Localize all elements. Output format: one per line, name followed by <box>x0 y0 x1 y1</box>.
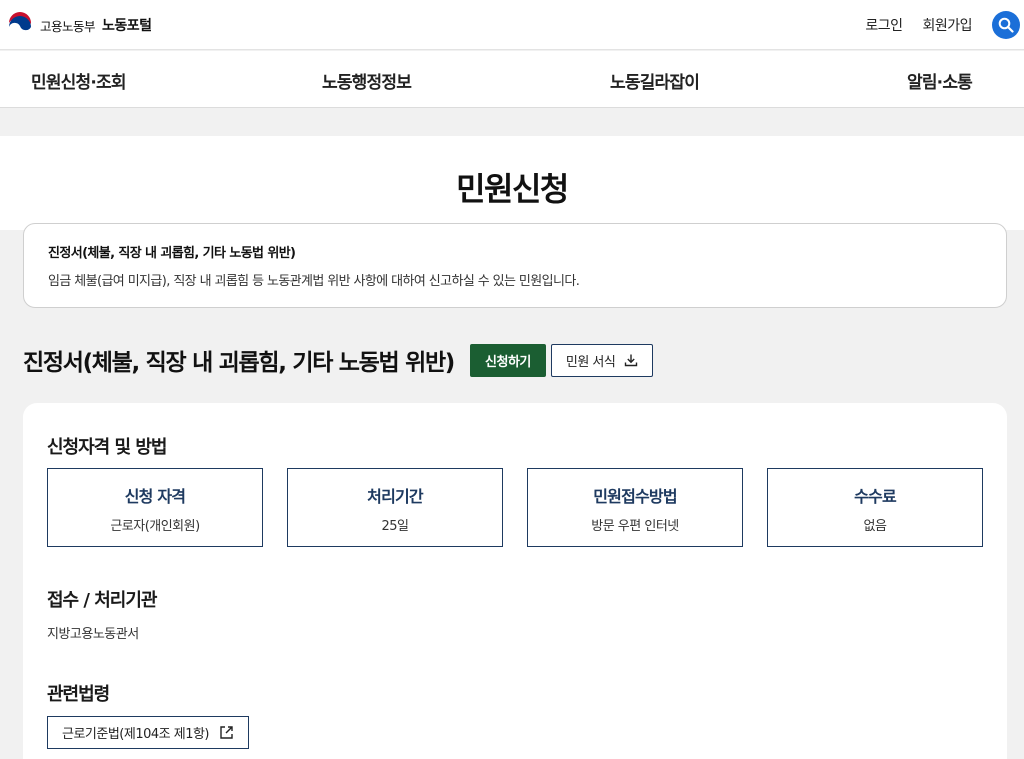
page-title: 민원신청 <box>456 170 569 208</box>
info-box-fee: 수수료 없음 <box>767 468 983 547</box>
info-box-processing-period: 처리기간 25일 <box>287 468 503 547</box>
related-law-link[interactable]: 근로기준법(제104조 제1항) <box>47 716 249 749</box>
related-law-label: 근로기준법(제104조 제1항) <box>62 727 210 742</box>
search-button[interactable] <box>992 11 1020 39</box>
search-icon <box>998 17 1014 33</box>
government-emblem-icon <box>6 11 34 39</box>
site-logo[interactable]: 고용노동부 노동포털 <box>6 11 152 39</box>
info-box-label: 민원접수방법 <box>593 487 677 506</box>
download-form-button[interactable]: 민원 서식 <box>550 343 654 377</box>
nav-item-news-communication[interactable]: 알림·소통 <box>907 68 973 93</box>
info-box-qualification: 신청 자격 근로자(개인회원) <box>47 468 263 547</box>
law-heading: 관련법령 <box>47 684 110 705</box>
download-form-label: 민원 서식 <box>565 354 616 370</box>
info-box-label: 신청 자격 <box>124 487 186 506</box>
qualification-heading: 신청자격 및 방법 <box>47 437 167 458</box>
summary-description: 임금 체불(급여 미지급), 직장 내 괴롭힘 등 노동관계법 위반 사항에 대… <box>48 274 580 289</box>
agency-heading: 접수 / 처리기관 <box>47 590 157 611</box>
nav-item-civil-affairs[interactable]: 민원신청·조회 <box>31 68 127 93</box>
info-box-label: 수수료 <box>854 487 897 506</box>
main-navigation: 민원신청·조회 노동행정정보 노동길라잡이 알림·소통 <box>0 51 1024 108</box>
service-header: 진정서(체불, 직장 내 괴롭힘, 기타 노동법 위반) 신청하기 민원 서식 <box>23 342 654 378</box>
utility-links: 로그인 회원가입 <box>865 0 1024 50</box>
signup-link[interactable]: 회원가입 <box>922 15 972 35</box>
apply-button[interactable]: 신청하기 <box>470 343 546 377</box>
title-band: 민원신청 <box>0 136 1024 230</box>
summary-title: 진정서(체불, 직장 내 괴롭힘, 기타 노동법 위반) <box>48 246 296 261</box>
nav-item-labor-admin-info[interactable]: 노동행정정보 <box>322 68 412 93</box>
ministry-name: 고용노동부 <box>40 18 96 34</box>
info-box-value: 없음 <box>863 519 887 534</box>
top-bar: 고용노동부 노동포털 로그인 회원가입 <box>0 0 1024 50</box>
service-details-card: 신청자격 및 방법 신청 자격 근로자(개인회원) 처리기간 25일 민원접수방… <box>23 403 1007 759</box>
agency-name: 지방고용노동관서 <box>47 627 139 642</box>
login-link[interactable]: 로그인 <box>865 15 903 35</box>
info-box-value: 방문 우편 인터넷 <box>591 519 679 534</box>
info-box-submission-method: 민원접수방법 방문 우편 인터넷 <box>527 468 743 547</box>
download-icon <box>625 354 638 367</box>
info-box-label: 처리기간 <box>367 487 423 506</box>
external-link-icon <box>220 726 233 739</box>
service-title: 진정서(체불, 직장 내 괴롭힘, 기타 노동법 위반) <box>23 350 455 376</box>
info-box-value: 근로자(개인회원) <box>110 519 200 534</box>
nav-item-labor-guide[interactable]: 노동길라잡이 <box>610 68 700 93</box>
service-summary-box: 진정서(체불, 직장 내 괴롭힘, 기타 노동법 위반) 임금 체불(급여 미지… <box>23 223 1007 308</box>
portal-name: 노동포털 <box>102 18 152 34</box>
info-box-value: 25일 <box>381 519 409 534</box>
